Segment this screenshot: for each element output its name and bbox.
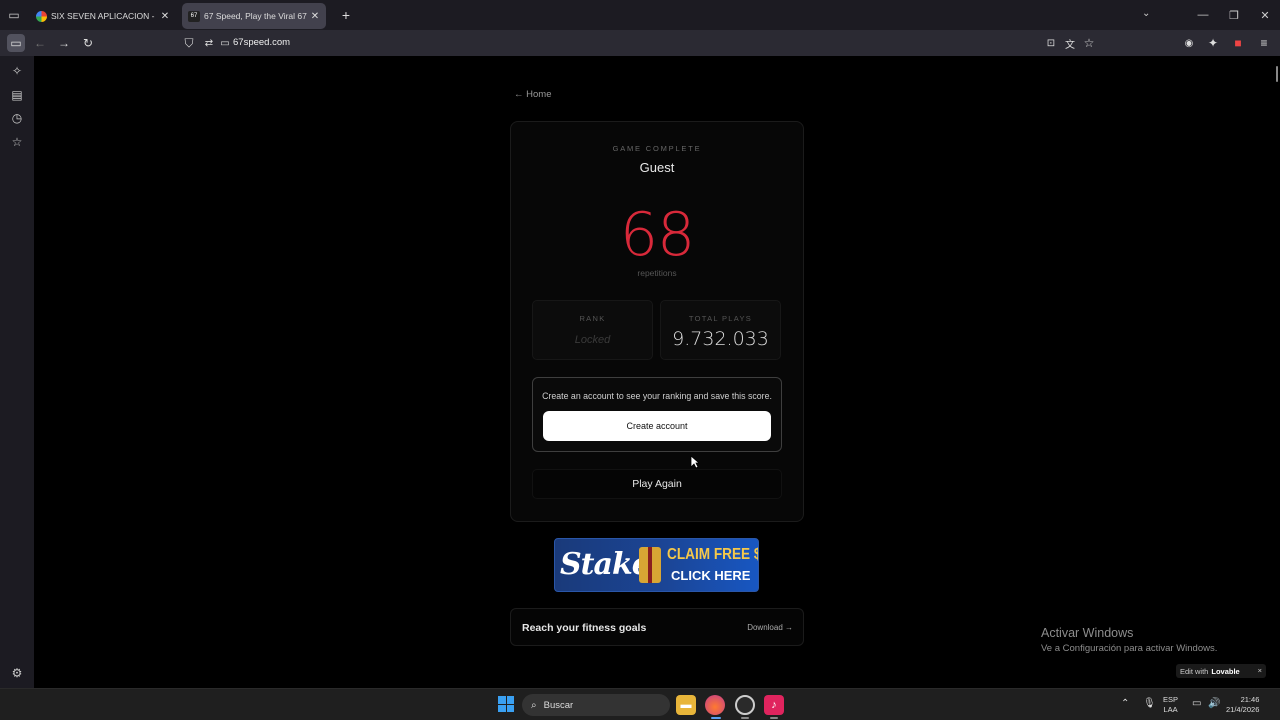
game-complete-label: GAME COMPLETE	[612, 144, 702, 153]
watermark-subtitle: Ve a Configuración para activar Windows.	[1041, 643, 1218, 654]
tab-title: SIX SEVEN APLICACION - Busca	[51, 11, 157, 21]
67speed-favicon-icon: 67	[188, 10, 200, 22]
game-result-card: GAME COMPLETE Guest 68 repetitions RANK …	[510, 121, 804, 522]
back-icon[interactable]: ←	[31, 34, 49, 52]
close-tab-icon[interactable]: ✕	[160, 11, 170, 22]
file-explorer-icon[interactable]: ▬	[676, 695, 696, 715]
windows-taskbar: ⌕ Buscar ▬ ♪ ⌃ 🎙 ESP LAA ▭ 🔊 21:46 21/4/…	[0, 688, 1280, 720]
language-top: ESP	[1163, 695, 1179, 704]
volume-icon[interactable]: 🔊	[1208, 698, 1220, 709]
stake-ad-banner[interactable]: Stake CLAIM FREE $35 CLICK HERE	[554, 538, 759, 592]
tiktok-icon[interactable]: ♪	[764, 695, 784, 715]
create-account-button[interactable]: Create account	[543, 411, 771, 441]
bookmarks-icon[interactable]: ☆	[8, 133, 26, 151]
menu-icon[interactable]: ≡	[1255, 34, 1273, 52]
synced-tabs-icon[interactable]: ▤	[8, 86, 26, 104]
lovable-brand: Lovable	[1211, 666, 1240, 676]
forward-icon[interactable]: →	[55, 34, 73, 52]
account-icon[interactable]: ◉	[1180, 34, 1198, 52]
page-content: ← Home GAME COMPLETE Guest 68 repetition…	[34, 56, 1280, 688]
history-icon[interactable]: ◷	[8, 109, 26, 127]
tab-67speed[interactable]: 67 67 Speed, Play the Viral 67 Game ✕	[182, 3, 326, 29]
minimize-icon[interactable]: —	[1187, 0, 1219, 30]
network-icon[interactable]: ▭	[1192, 698, 1201, 709]
create-account-prompt: Create an account to see your ranking an…	[532, 377, 782, 452]
reload-icon[interactable]: ↻	[79, 34, 97, 52]
tab-six-seven-search[interactable]: SIX SEVEN APLICACION - Busca ✕	[30, 3, 176, 29]
close-tab-icon[interactable]: ✕	[310, 11, 320, 22]
watermark-title: Activar Windows	[1041, 626, 1134, 640]
scrollbar[interactable]	[1276, 66, 1278, 82]
taskbar-search-field[interactable]: ⌕ Buscar	[522, 694, 670, 716]
clock[interactable]: 21:46 21/4/2026	[1226, 695, 1259, 715]
search-placeholder: Buscar	[543, 699, 574, 711]
settings-gear-icon[interactable]: ⚙	[8, 664, 26, 682]
language-indicator[interactable]: ESP LAA	[1163, 695, 1178, 715]
app-indicator	[741, 717, 749, 719]
windows-start-icon[interactable]	[498, 696, 514, 712]
tray-chevron-up-icon[interactable]: ⌃	[1121, 698, 1129, 709]
lovable-prefix: Edit with	[1180, 666, 1209, 676]
rank-label: RANK	[579, 314, 606, 323]
search-icon: ⌕	[531, 699, 537, 711]
clock-date: 21/4/2026	[1226, 705, 1260, 714]
new-tab-button[interactable]: +	[336, 7, 356, 23]
total-plays-stat: TOTAL PLAYS 9.732.033	[660, 300, 781, 360]
tab-title: 67 Speed, Play the Viral 67 Game	[204, 11, 307, 21]
url-field[interactable]: 67speed.com	[233, 37, 290, 48]
page-icon: ▭	[220, 37, 230, 49]
stake-logo: Stake	[560, 547, 651, 582]
score-value: 68	[619, 200, 695, 270]
chrome-icon[interactable]	[735, 695, 755, 715]
rank-value: Locked	[574, 334, 611, 346]
ad-click-text: CLICK HERE	[671, 568, 751, 583]
extensions-icon[interactable]: ✦	[1204, 34, 1222, 52]
fitness-banner: Reach your fitness goals Download →	[510, 608, 804, 646]
ad-claim-text: CLAIM FREE $35	[667, 546, 758, 563]
ai-chat-icon[interactable]: ✧	[8, 62, 26, 80]
shield-icon[interactable]: ⛉	[180, 34, 198, 52]
restore-icon[interactable]: ❐	[1218, 0, 1250, 30]
close-window-icon[interactable]: ✕	[1249, 0, 1280, 30]
play-again-button[interactable]: Play Again	[532, 469, 782, 499]
language-bottom: LAA	[1163, 705, 1178, 714]
app-indicator	[770, 717, 778, 719]
translate-icon[interactable]: 文	[1061, 34, 1079, 52]
score-unit: repetitions	[637, 268, 677, 278]
reader-view-icon[interactable]: ⊡	[1042, 34, 1060, 52]
total-plays-value: 9.732.033	[672, 328, 769, 350]
mouse-cursor-icon	[690, 455, 700, 469]
clock-time: 21:46	[1240, 695, 1260, 704]
create-account-text: Create an account to see your ranking an…	[542, 391, 772, 401]
navigation-bar: ▭ ← → ↻ ⛉ ⇄ ▭ 67speed.com ⊡ 文 ☆ ◉ ✦ ■ ≡	[0, 30, 1280, 56]
active-app-indicator	[711, 717, 721, 719]
windows-activation-watermark: Activar Windows Ve a Configuración para …	[1041, 626, 1217, 654]
sidebar: ✧ ▤ ◷ ☆ ⚙	[0, 56, 34, 688]
microphone-icon[interactable]: 🎙	[1143, 698, 1156, 709]
addon-icon[interactable]: ■	[1229, 34, 1247, 52]
download-link[interactable]: Download →	[747, 623, 793, 632]
fitness-title: Reach your fitness goals	[522, 622, 647, 634]
sidebar-toggle-icon[interactable]: ▭	[7, 34, 25, 52]
tab-list-icon[interactable]: ▭	[0, 0, 28, 30]
chevron-down-icon[interactable]: ⌄	[1142, 8, 1150, 19]
home-link[interactable]: ← Home	[514, 89, 551, 100]
edit-with-lovable-badge[interactable]: Edit with Lovable ×	[1176, 664, 1266, 678]
total-plays-label: TOTAL PLAYS	[688, 314, 753, 323]
gift-icon	[639, 547, 661, 583]
rank-stat: RANK Locked	[532, 300, 653, 360]
firefox-icon[interactable]	[705, 695, 725, 715]
bookmark-star-icon[interactable]: ☆	[1080, 34, 1098, 52]
tab-strip: ▭ SIX SEVEN APLICACION - Busca ✕ 67 67 S…	[0, 0, 1280, 30]
google-favicon-icon	[36, 10, 47, 22]
close-icon[interactable]: ×	[1258, 666, 1262, 675]
player-name: Guest	[639, 160, 675, 175]
